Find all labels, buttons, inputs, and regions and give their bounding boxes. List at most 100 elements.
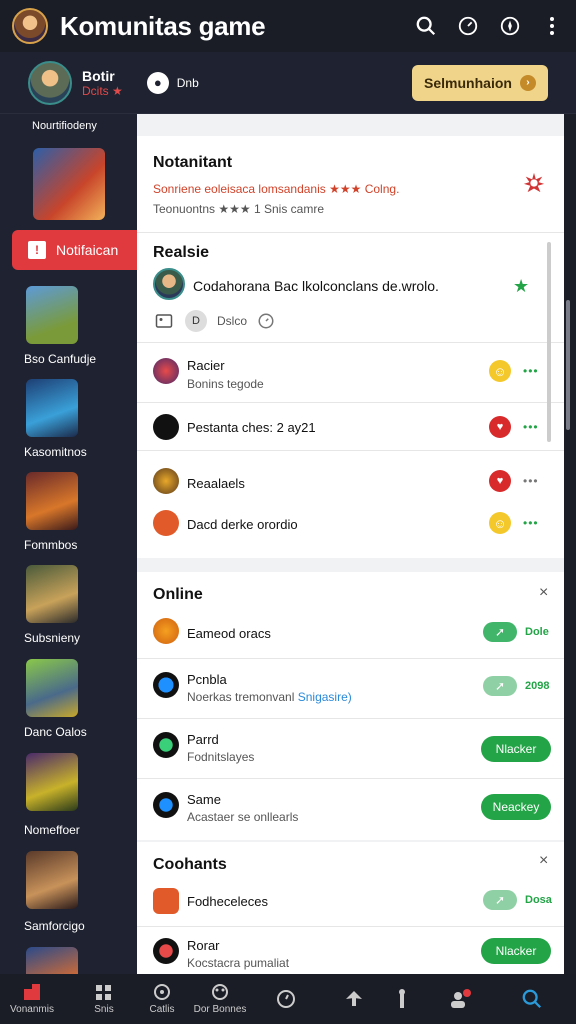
speedometer-icon[interactable]	[456, 14, 480, 38]
divider	[137, 926, 564, 927]
compass-icon[interactable]	[498, 14, 522, 38]
search-icon[interactable]	[414, 14, 438, 38]
avatar[interactable]	[153, 414, 179, 440]
list-item-title: Eameod oracs	[187, 626, 271, 641]
divider	[137, 778, 564, 779]
nav-profile[interactable]	[440, 974, 480, 1024]
share-button[interactable]: ➚	[483, 676, 517, 696]
clock-icon	[277, 990, 295, 1008]
avatar[interactable]	[153, 792, 179, 818]
follow-button[interactable]: Nlacker	[481, 938, 551, 964]
smile-emoji-icon[interactable]: ☺	[489, 360, 511, 382]
more-icon[interactable]: •••	[523, 420, 539, 434]
contacts-title: Coohants	[153, 856, 227, 873]
contacts-card: Coohants × Fodheceleces ➚ Dosa Rorar Koc…	[137, 842, 564, 974]
notification-icon: !	[28, 241, 46, 259]
sidebar-item-thumb-6[interactable]	[26, 753, 78, 811]
gamepad-icon	[154, 984, 170, 1000]
top-icons	[414, 14, 564, 38]
sidebar-item-thumb-5[interactable]	[26, 659, 78, 717]
online-title: Online	[153, 586, 203, 603]
sidebar-item-thumb-3[interactable]	[26, 472, 78, 530]
divider	[137, 232, 564, 233]
more-vertical-icon[interactable]	[540, 14, 564, 38]
more-icon[interactable]: •••	[523, 474, 539, 488]
list-item-title: Racier	[187, 358, 225, 373]
list-item-title: Pestanta ches: 2 ay21	[187, 420, 316, 435]
more-icon[interactable]: •••	[523, 364, 539, 378]
top-app-bar: Komunitas game	[0, 0, 576, 52]
nav-label: Snis	[94, 1004, 114, 1015]
notification-line1: Sonriene eoleisaca lomsandanis ★★★ Colng…	[153, 182, 400, 196]
paw-icon[interactable]: ●	[146, 71, 169, 94]
list-item-sub: Acastaer se onllearls	[187, 810, 299, 824]
sidebar: Nourtifiodeny ! Notifaican Bso Canfudje …	[0, 114, 137, 974]
realtime-title: Realsie	[153, 244, 210, 261]
profile-action-button[interactable]: Selmunhaion ›	[412, 64, 548, 101]
avatar[interactable]	[153, 510, 179, 536]
grid-icon	[96, 985, 111, 1000]
realtime-card: Realsie Codahorana Bac lkolconclans de.w…	[137, 232, 564, 558]
sidebar-item-label: Notifaican	[56, 242, 119, 258]
scrollbar[interactable]	[547, 242, 551, 442]
close-icon[interactable]: ×	[539, 584, 548, 602]
nav-game[interactable]: Catlis	[136, 974, 188, 1024]
bottom-navigation: Vonanmis Snis Catlis Dor Bonnes	[0, 974, 576, 1024]
sidebar-item-thumb-2[interactable]	[26, 379, 78, 437]
image-icon[interactable]	[155, 312, 173, 335]
avatar[interactable]	[153, 888, 179, 914]
heart-emoji-icon[interactable]: ♥	[489, 470, 511, 492]
burst-icon[interactable]	[523, 172, 545, 199]
nav-timer[interactable]	[264, 974, 308, 1024]
list-item-title: Dacd derke orordio	[187, 517, 298, 532]
share-button[interactable]: ➚	[483, 622, 517, 642]
sidebar-item-thumb-4[interactable]	[26, 565, 78, 623]
notification-card[interactable]: Notanitant Sonriene eoleisaca lomsandani…	[137, 136, 564, 232]
avatar[interactable]	[153, 672, 179, 698]
list-item-title: Parrd	[187, 732, 219, 747]
avatar[interactable]	[153, 618, 179, 644]
highlight-text[interactable]: Snigasire)	[298, 690, 352, 704]
more-icon[interactable]: •••	[523, 516, 539, 530]
list-item-value: Dole	[525, 626, 549, 638]
follow-button[interactable]: Nlacker	[481, 736, 551, 762]
sidebar-item-notifications[interactable]: ! Notifaican	[12, 230, 137, 270]
realtime-meta: Dslco	[217, 314, 248, 328]
nav-label: Dor Bonnes	[193, 1004, 247, 1015]
nav-home[interactable]: Vonanmis	[6, 974, 58, 1024]
divider	[137, 718, 564, 719]
share-button[interactable]: ➚	[483, 890, 517, 910]
list-item-title: Rorar	[187, 938, 220, 953]
avatar[interactable]	[153, 468, 179, 494]
avatar[interactable]	[153, 938, 179, 964]
follow-button[interactable]: Neackey	[481, 794, 551, 820]
timer-icon[interactable]	[257, 312, 275, 335]
close-icon[interactable]: ×	[539, 852, 548, 870]
avatar[interactable]	[153, 732, 179, 758]
profile-avatar[interactable]	[28, 60, 72, 105]
app-avatar[interactable]	[12, 8, 48, 44]
divider	[137, 450, 564, 451]
nav-grid[interactable]: Snis	[78, 974, 130, 1024]
reaction-icon[interactable]: D	[185, 310, 207, 332]
wink-emoji-icon[interactable]: ☺	[489, 512, 511, 534]
game-thumbnail-featured[interactable]	[33, 148, 105, 220]
scrollbar-outer[interactable]	[566, 300, 570, 430]
nav-tool[interactable]	[384, 974, 420, 1024]
list-item-title: Fodheceleces	[187, 894, 268, 909]
avatar[interactable]	[153, 268, 185, 300]
sidebar-item-thumb-8[interactable]	[26, 947, 78, 974]
avatar[interactable]	[153, 358, 179, 384]
sidebar-item-thumb-1[interactable]	[26, 286, 78, 344]
groups-icon	[212, 984, 228, 1000]
list-item-title: Reaalaels	[187, 476, 245, 491]
list-item-title: Same	[187, 792, 221, 807]
app-title: Komunitas game	[60, 10, 266, 41]
heart-emoji-icon[interactable]: ♥	[489, 416, 511, 438]
nav-flag[interactable]	[334, 974, 374, 1024]
list-item-sub-text: Noerkas tremonvanl	[187, 690, 295, 704]
nav-groups[interactable]: Dor Bonnes	[188, 974, 252, 1024]
star-icon[interactable]: ★	[513, 276, 529, 297]
nav-search[interactable]	[510, 974, 554, 1024]
sidebar-item-thumb-7[interactable]	[26, 851, 78, 909]
